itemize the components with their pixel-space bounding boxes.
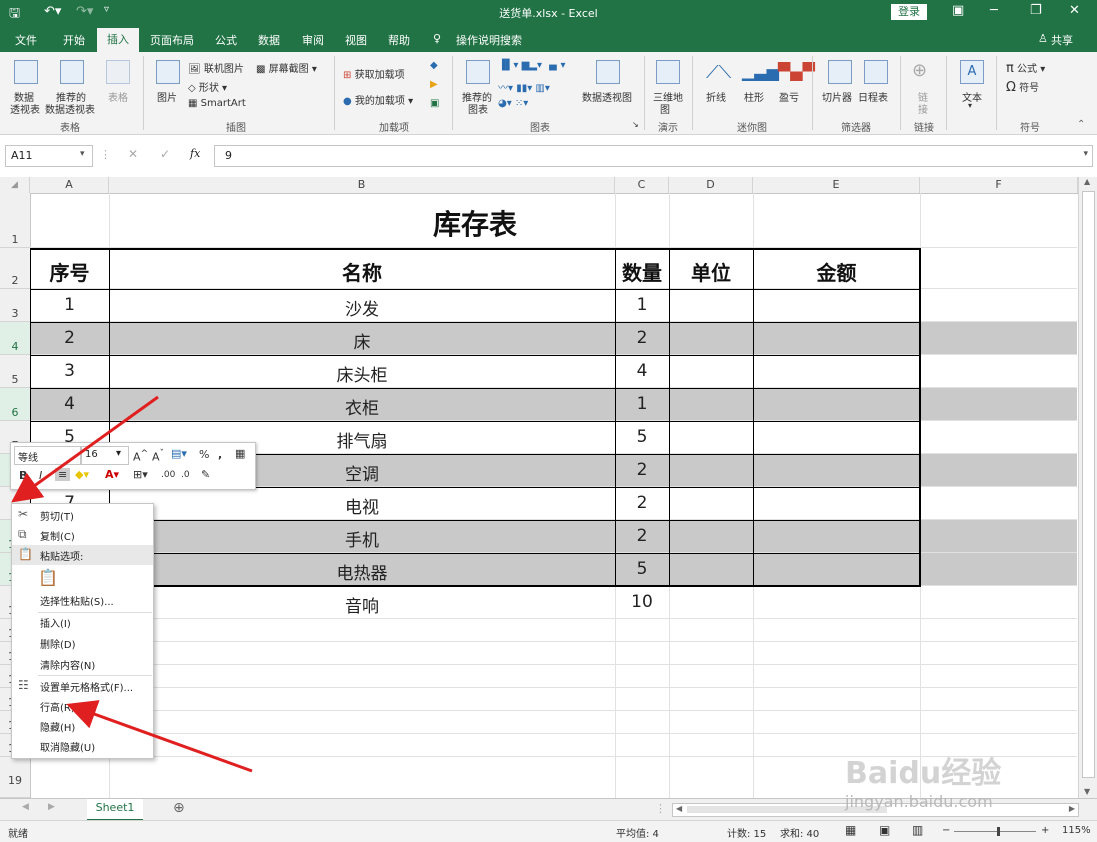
arrow-to-row-height bbox=[66, 700, 253, 773]
arrow-to-row-header bbox=[11, 395, 159, 503]
watermark-logo: Baidu经验 bbox=[845, 756, 1002, 791]
annotation-arrows bbox=[11, 395, 253, 773]
watermark-url: jingyan.baidu.com bbox=[845, 792, 993, 811]
